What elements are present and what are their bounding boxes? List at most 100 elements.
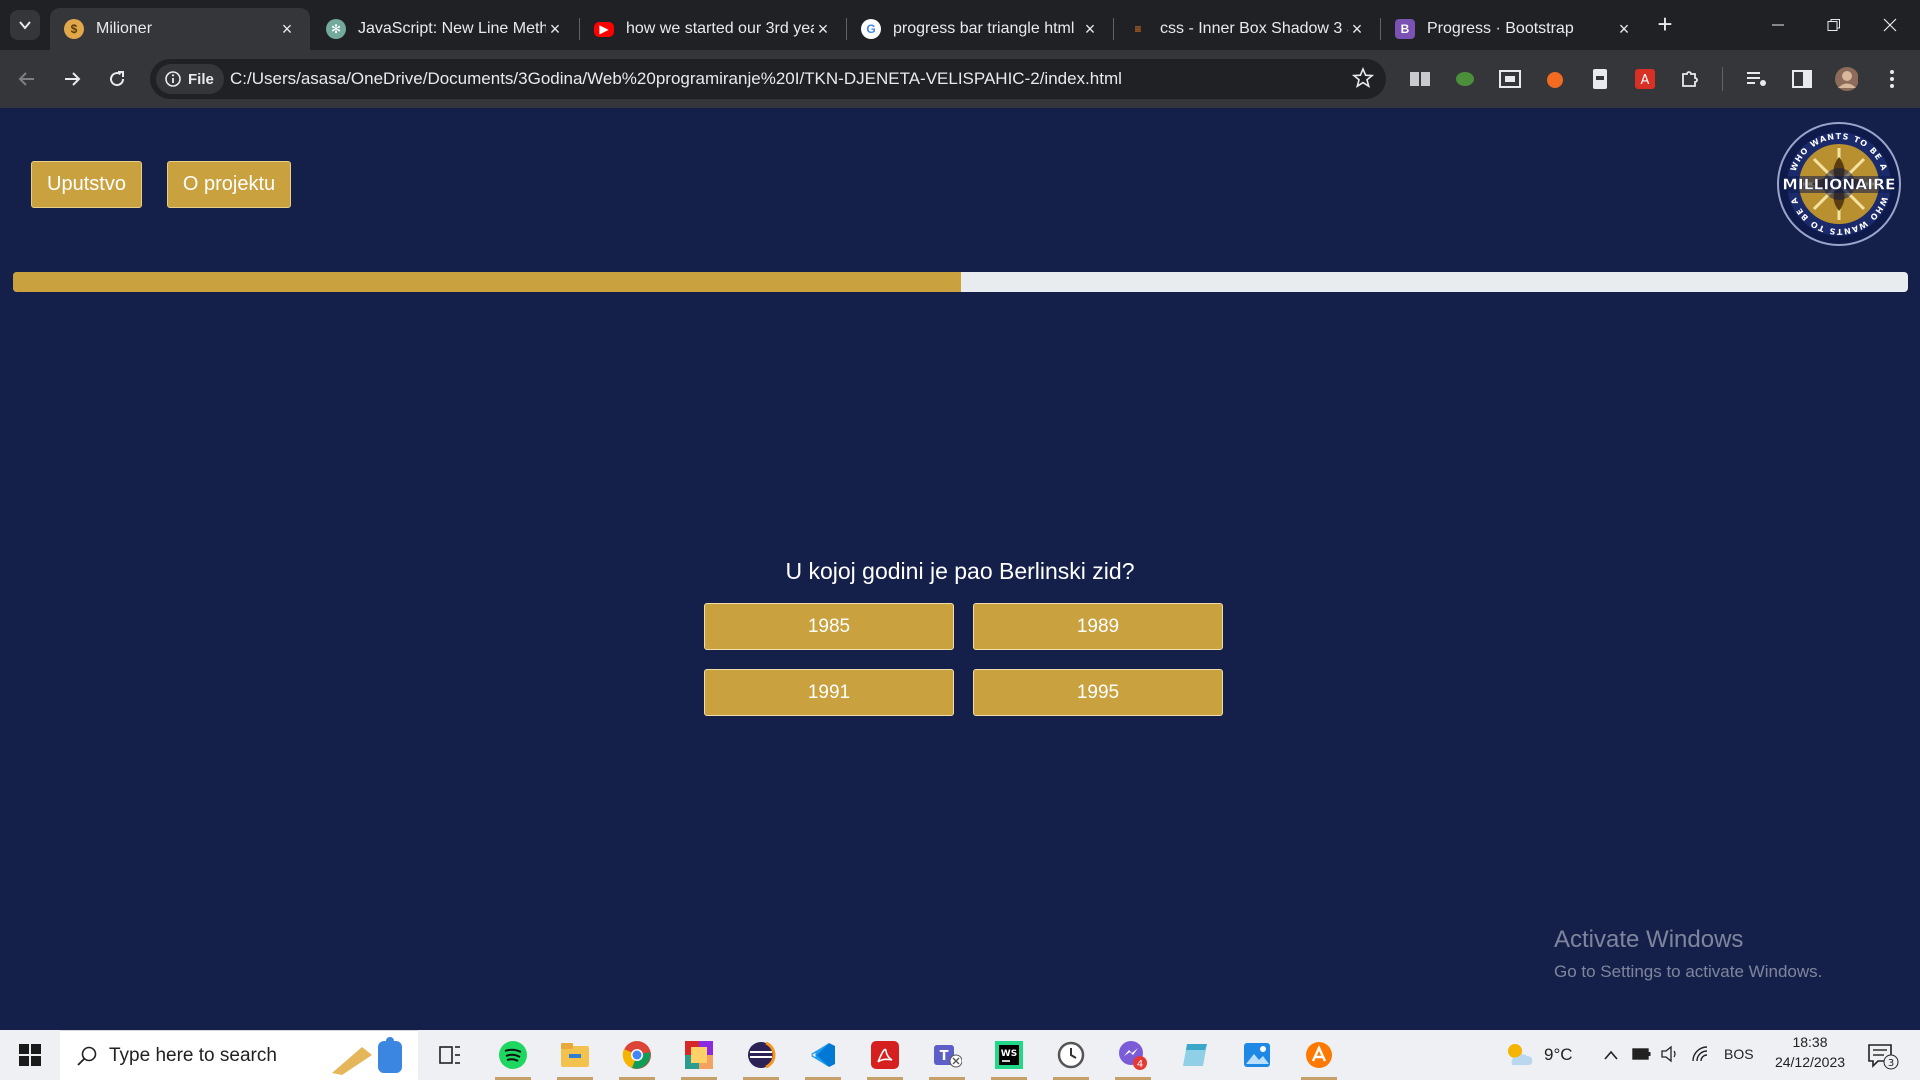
messenger-badge: 4 [1137,1059,1143,1070]
webstorm-icon[interactable]: WS [987,1035,1031,1080]
battery-icon[interactable] [1632,1047,1652,1061]
tab-title: JavaScript: New Line Metho [358,20,546,37]
notification-center-button[interactable]: 3 [1866,1040,1902,1072]
tab-title: css - Inner Box Shadow 3 S [1160,20,1348,37]
profile-avatar[interactable] [1834,67,1858,91]
avast-icon[interactable] [1297,1035,1341,1080]
weather-temperature: 9°C [1544,1045,1573,1064]
bootstrap-icon: B [1395,19,1415,39]
tab-javascript[interactable]: ✻ JavaScript: New Line Metho × [312,8,578,50]
reload-button[interactable] [102,64,132,94]
reading-list-icon[interactable] [1408,67,1432,91]
windows-taskbar: Type here to search T WS 4 9°C BOS 18:38… [0,1030,1920,1080]
minimize-icon [1772,24,1784,26]
colorful-app-icon[interactable] [677,1035,721,1080]
taskbar-clock[interactable]: 18:38 24/12/2023 [1768,1034,1852,1070]
forward-button[interactable] [57,64,87,94]
wifi-icon[interactable] [1690,1045,1710,1063]
taskbar-search-box[interactable]: Type here to search [60,1030,418,1080]
svg-text:A: A [1641,73,1650,88]
show-hidden-icons-chevron-icon[interactable] [1603,1049,1619,1061]
close-icon[interactable]: × [1615,19,1633,40]
info-icon [165,71,181,87]
chrome-icon[interactable] [615,1035,659,1080]
watermark-title: Activate Windows [1554,926,1744,953]
bookmark-star-icon[interactable] [1351,66,1375,94]
site-info-chip[interactable]: File [156,64,224,94]
eclipse-icon[interactable] [739,1035,783,1080]
search-highlight-illustration-icon [332,1037,402,1075]
clock-app-icon[interactable] [1049,1035,1093,1080]
activate-windows-watermark: Activate Windows Go to Settings to activ… [1554,926,1822,982]
instructions-button[interactable]: Uputstvo [31,161,142,208]
answer-button-a[interactable]: 1985 [704,603,954,650]
reload-icon [110,71,125,87]
scheme-label: File [188,70,214,88]
question-text: U kojoj godini je pao Berlinski zid? [785,558,1135,584]
restore-button[interactable] [1806,0,1862,50]
close-icon[interactable]: × [814,19,832,40]
about-project-button[interactable]: O projektu [167,161,291,208]
tab-title: Progress · Bootstrap [1427,20,1574,37]
millionaire-logo: WHO WANTS TO BE A WHO WANTS TO BE A MILL… [1777,122,1901,246]
tab-title: Milioner [96,20,153,37]
vscode-icon[interactable] [801,1035,845,1080]
new-tab-button[interactable]: + [1650,10,1680,40]
answer-button-c[interactable]: 1991 [704,669,954,716]
file-explorer-icon[interactable] [553,1035,597,1080]
extension-orange-icon[interactable] [1543,67,1567,91]
search-icon [77,1046,97,1066]
address-bar[interactable]: File C:/Users/asasa/OneDrive/Documents/3… [150,59,1386,99]
back-button[interactable] [12,64,42,94]
notes-app-icon[interactable] [1173,1035,1217,1075]
close-icon[interactable]: × [1348,19,1366,40]
menu-kebab-icon[interactable] [1880,67,1904,91]
start-button[interactable] [8,1035,52,1075]
chatgpt-icon: ✻ [326,19,346,39]
tab-youtube[interactable]: ▶ how we started our 3rd yea × [580,8,846,50]
restore-icon [1827,19,1840,31]
acrobat-icon[interactable] [863,1035,907,1080]
task-view-icon[interactable] [428,1035,472,1075]
question-progress-bar [13,272,1908,292]
minimize-button[interactable] [1750,0,1806,50]
clock-date: 24/12/2023 [1774,1054,1846,1070]
messenger-icon[interactable]: 4 [1111,1035,1155,1080]
tab-stackoverflow[interactable]: ≡ css - Inner Box Shadow 3 S × [1114,8,1380,50]
arrow-left-icon [18,72,34,86]
close-window-button[interactable] [1862,0,1918,50]
close-icon[interactable]: × [1081,19,1099,40]
tab-bootstrap[interactable]: B Progress · Bootstrap × [1381,8,1647,50]
screenshot-icon[interactable] [1498,67,1522,91]
close-icon[interactable]: × [278,19,296,40]
windows-icon [19,1044,41,1066]
speaker-icon[interactable] [1660,1045,1680,1063]
quiz-page: Uputstvo O projektu WHO WANTS TO BE A WH… [0,108,1920,1030]
answer-button-d[interactable]: 1995 [973,669,1223,716]
spotify-icon[interactable] [491,1035,535,1080]
svg-text:T: T [940,1049,949,1064]
search-placeholder: Type here to search [109,1045,277,1066]
answer-button-b[interactable]: 1989 [973,603,1223,650]
extension-sheet-icon[interactable] [1588,67,1612,91]
close-icon[interactable]: × [546,19,564,40]
notification-icon: 3 [1868,1044,1899,1070]
stackoverflow-icon: ≡ [1134,22,1142,36]
extension-green-icon[interactable] [1453,67,1477,91]
language-indicator[interactable]: BOS [1724,1046,1754,1062]
teams-icon[interactable]: T [925,1035,969,1080]
media-control-icon[interactable] [1745,67,1769,91]
photos-app-icon[interactable] [1235,1035,1279,1075]
tab-search-button[interactable] [10,10,40,40]
logo-title: MILLIONAIRE [1782,176,1895,194]
google-icon: G [861,19,881,39]
pdf-icon[interactable]: A [1633,67,1657,91]
tab-google[interactable]: G progress bar triangle html × [847,8,1113,50]
tab-milioner[interactable]: $ Milioner × [50,8,310,50]
extensions-puzzle-icon[interactable] [1678,67,1702,91]
toolbar-separator [1722,67,1723,91]
side-panel-icon[interactable] [1790,67,1814,91]
browser-toolbar: File C:/Users/asasa/OneDrive/Documents/3… [0,50,1920,108]
chevron-down-icon [19,21,31,30]
tab-title: how we started our 3rd yea [626,20,814,37]
